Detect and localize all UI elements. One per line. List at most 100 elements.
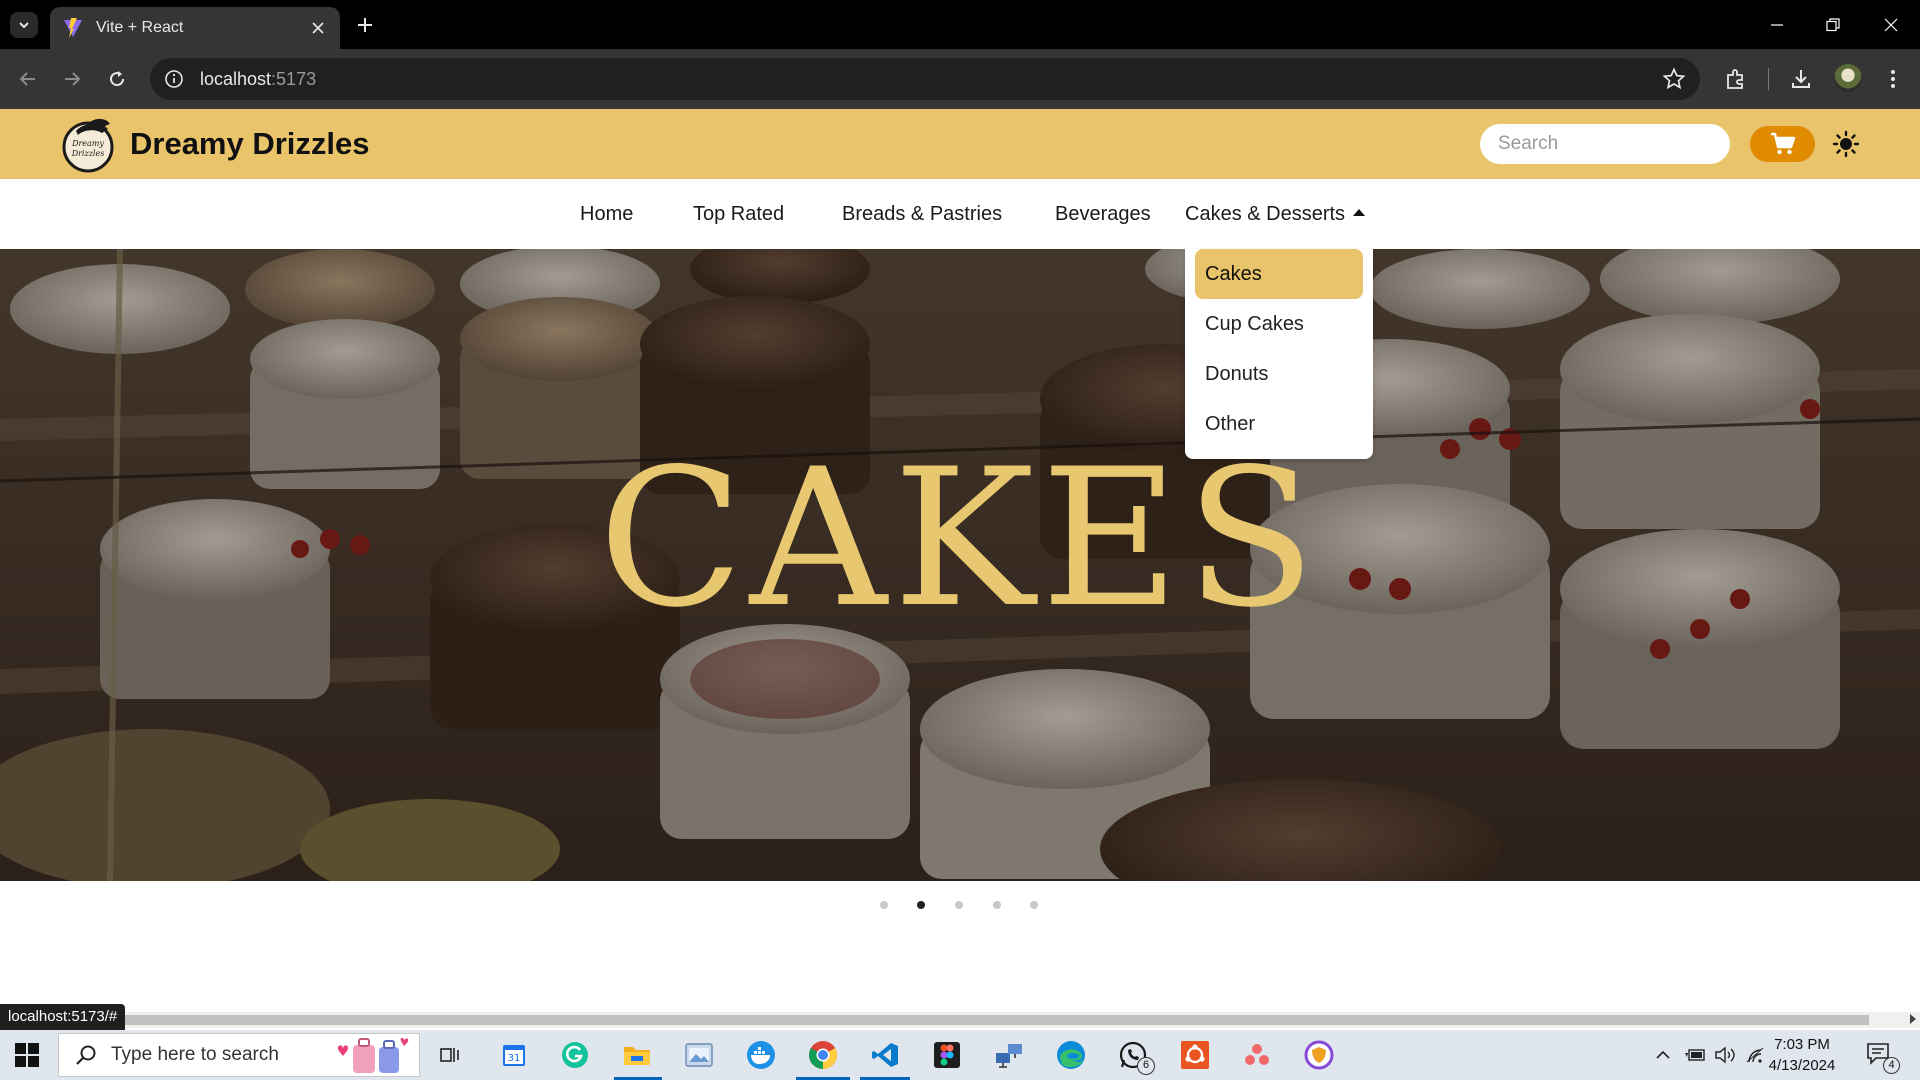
- image-viewer-icon: [685, 1043, 713, 1067]
- browser-menu-button[interactable]: [1877, 63, 1909, 95]
- notification-center-button[interactable]: 4: [1866, 1042, 1900, 1074]
- browser-toolbar: localhost:5173: [0, 49, 1920, 109]
- task-view-button[interactable]: [434, 1039, 466, 1071]
- tray-battery[interactable]: [1684, 1045, 1706, 1065]
- extensions-button[interactable]: [1720, 63, 1752, 95]
- horizontal-scrollbar[interactable]: [124, 1012, 1920, 1028]
- carousel-dot-3[interactable]: [955, 901, 963, 909]
- taskbar-ubuntu[interactable]: [1179, 1039, 1211, 1071]
- back-button[interactable]: [12, 63, 44, 95]
- nav-item-beverages[interactable]: Beverages: [1055, 203, 1151, 226]
- minimize-button[interactable]: [1757, 8, 1797, 42]
- brand-name[interactable]: Dreamy Drizzles: [130, 126, 370, 162]
- plus-icon: [358, 18, 372, 32]
- windows-taskbar: Type here to search 31 6 7:03 PM 4/13/20…: [0, 1030, 1920, 1080]
- edge-icon: [1057, 1041, 1085, 1069]
- tray-volume[interactable]: [1714, 1045, 1736, 1065]
- puzzle-icon: [1727, 69, 1743, 89]
- reload-icon: [110, 71, 125, 87]
- taskbar-vscode[interactable]: [869, 1039, 901, 1071]
- calendar-app-icon: 31: [503, 1045, 525, 1066]
- profile-avatar[interactable]: [1834, 64, 1862, 92]
- close-icon: [1884, 18, 1898, 32]
- taskbar-figma[interactable]: [931, 1039, 963, 1071]
- nav-item-top-rated[interactable]: Top Rated: [693, 203, 784, 226]
- windows-start-icon[interactable]: [14, 1042, 40, 1068]
- scrollbar-thumb[interactable]: [124, 1015, 1869, 1025]
- dropdown-item-cup-cakes[interactable]: Cup Cakes: [1195, 299, 1363, 349]
- bookmark-star-icon[interactable]: [1662, 67, 1686, 91]
- toolbar-separator: [1768, 68, 1769, 90]
- taskbar-file-explorer[interactable]: [621, 1039, 653, 1071]
- search-input[interactable]: [1498, 133, 1743, 155]
- figma-icon: [934, 1042, 960, 1068]
- tab-search-button[interactable]: [10, 12, 38, 38]
- asana-icon: [1245, 1044, 1269, 1065]
- taskbar-search[interactable]: Type here to search: [58, 1033, 420, 1077]
- downloads-button[interactable]: [1785, 63, 1817, 95]
- url-text: localhost:5173: [200, 69, 316, 90]
- browser-tab-active[interactable]: Vite + React: [50, 7, 340, 49]
- forward-button[interactable]: [56, 63, 88, 95]
- carousel-dot-5[interactable]: [1030, 901, 1038, 909]
- taskbar-network-app[interactable]: [993, 1039, 1025, 1071]
- brand-logo[interactable]: Dreamy Drizzles: [62, 115, 118, 173]
- chevron-up-icon: [1656, 1050, 1670, 1059]
- browser-tab-bar: Vite + React: [0, 0, 1920, 49]
- taskbar-photos[interactable]: [683, 1039, 715, 1071]
- carousel-dot-2[interactable]: [917, 901, 925, 909]
- reload-button[interactable]: [101, 63, 133, 95]
- cart-button[interactable]: [1750, 126, 1815, 162]
- carousel-dot-1[interactable]: [880, 901, 888, 909]
- site-info-icon[interactable]: [164, 69, 184, 89]
- tray-show-hidden[interactable]: [1652, 1045, 1674, 1065]
- notification-count-badge: 4: [1883, 1057, 1900, 1074]
- close-tab-icon[interactable]: [308, 18, 328, 38]
- cakes-desserts-dropdown: Cakes Cup Cakes Donuts Other: [1185, 249, 1373, 459]
- nav-item-home[interactable]: Home: [580, 203, 633, 226]
- taskbar-calendar[interactable]: 31: [498, 1039, 530, 1071]
- address-bar[interactable]: localhost:5173: [150, 58, 1700, 100]
- cart-icon: [1770, 132, 1795, 155]
- site-header: Dreamy Drizzles Dreamy Drizzles: [0, 109, 1920, 179]
- new-tab-button[interactable]: [352, 12, 378, 38]
- svg-text:31: 31: [508, 1053, 521, 1064]
- taskbar-asana[interactable]: [1241, 1039, 1273, 1071]
- taskbar-vpn-app[interactable]: [1303, 1039, 1335, 1071]
- url-port: :5173: [271, 68, 317, 89]
- shield-app-icon: [1304, 1040, 1334, 1070]
- hero-carousel[interactable]: CAKES: [0, 249, 1920, 881]
- volume-icon: [1715, 1046, 1735, 1064]
- tab-title: Vite + React: [96, 19, 184, 36]
- network-computers-icon: [996, 1044, 1022, 1068]
- minimize-icon: [1771, 24, 1783, 26]
- dropdown-item-other[interactable]: Other: [1195, 399, 1363, 449]
- arrow-right-icon: [65, 72, 81, 86]
- nav-item-cakes-desserts[interactable]: Cakes & Desserts: [1185, 203, 1366, 226]
- svg-text:Drizzles: Drizzles: [71, 149, 105, 158]
- ubuntu-icon: [1181, 1041, 1209, 1069]
- nav-item-cakes-desserts-label: Cakes & Desserts: [1185, 203, 1346, 225]
- carousel-dot-4[interactable]: [993, 901, 1001, 909]
- taskbar-clock[interactable]: 7:03 PM 4/13/2024: [1752, 1034, 1852, 1076]
- nav-item-breads-pastries[interactable]: Breads & Pastries: [842, 203, 1002, 226]
- taskbar-edge[interactable]: [1055, 1039, 1087, 1071]
- taskbar-whatsapp[interactable]: 6: [1117, 1039, 1155, 1075]
- luggage-highlight-icon: [337, 1038, 409, 1073]
- restore-icon: [1826, 18, 1840, 32]
- theme-toggle-button[interactable]: [1832, 130, 1860, 158]
- search-icon: [76, 1045, 96, 1065]
- taskbar-docker[interactable]: [745, 1039, 777, 1071]
- scroll-right-arrow-icon[interactable]: [1910, 1014, 1916, 1024]
- vscode-icon: [872, 1043, 898, 1067]
- clock-date: 4/13/2024: [1768, 1057, 1836, 1074]
- restore-button[interactable]: [1813, 8, 1853, 42]
- taskbar-grammarly[interactable]: [559, 1039, 591, 1071]
- taskbar-chrome[interactable]: [807, 1039, 839, 1071]
- close-window-button[interactable]: [1871, 8, 1911, 42]
- dropdown-item-donuts[interactable]: Donuts: [1195, 349, 1363, 399]
- more-vertical-icon: [1891, 70, 1895, 88]
- dropdown-item-cakes[interactable]: Cakes: [1195, 249, 1363, 299]
- vite-logo-icon: [64, 18, 82, 38]
- search-box[interactable]: [1480, 124, 1743, 164]
